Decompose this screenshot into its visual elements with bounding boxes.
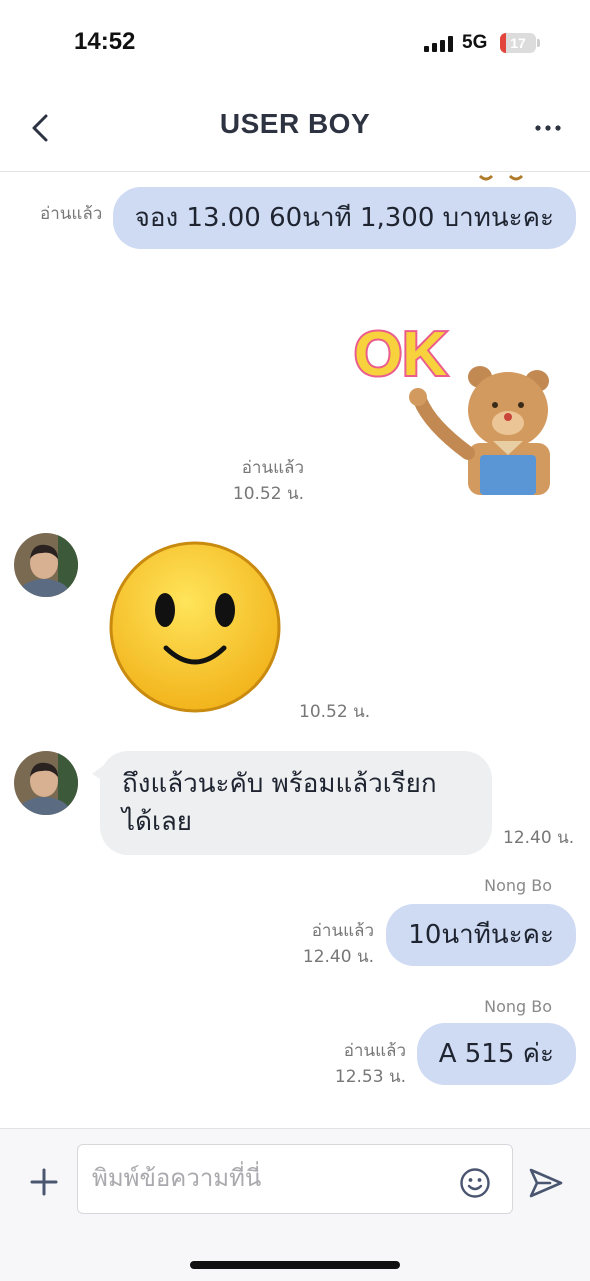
battery-icon: 17 <box>500 33 536 53</box>
more-horizontal-icon <box>535 125 561 131</box>
plus-icon <box>30 1168 58 1196</box>
ok-bear-sticker[interactable]: OK <box>340 305 560 500</box>
signal-bars-icon <box>424 36 454 52</box>
add-attachment-button[interactable] <box>28 1166 60 1198</box>
battery-nub <box>537 39 540 47</box>
avatar[interactable] <box>14 533 78 597</box>
read-receipt: อ่านแล้ว <box>40 204 103 224</box>
smiley-icon <box>460 1168 490 1198</box>
message-text-line: ได้เลย <box>122 807 193 837</box>
read-receipt: อ่านแล้ว <box>311 921 374 941</box>
send-button[interactable] <box>528 1167 564 1199</box>
message-bubble-incoming[interactable]: ถึงแล้วนะคับ พร้อมแล้วเรียก ได้เลย <box>100 751 492 855</box>
message-time: 10.52 น. <box>299 702 371 722</box>
status-time: 14:52 <box>74 28 136 55</box>
message-time: 12.40 น. <box>302 947 374 967</box>
partial-sticker <box>478 174 524 181</box>
home-indicator <box>190 1261 400 1269</box>
message-time: 12.53 น. <box>334 1067 406 1087</box>
more-options-button[interactable] <box>530 120 566 134</box>
back-button[interactable] <box>26 108 56 148</box>
chat-title: USER BOY <box>219 108 371 139</box>
network-label: 5G <box>462 32 488 53</box>
smiley-face-sticker[interactable] <box>108 540 282 714</box>
message-text-line: ถึงแล้วนะคับ พร้อมแล้วเรียก <box>122 769 437 799</box>
message-time: 12.40 น. <box>503 828 575 848</box>
sender-name: Nong Bo <box>484 876 552 895</box>
chevron-left-icon <box>32 114 48 142</box>
read-receipt: อ่านแล้ว <box>241 458 304 478</box>
read-receipt: อ่านแล้ว <box>343 1041 406 1061</box>
message-time: 10.52 น. <box>232 484 304 504</box>
message-input[interactable] <box>78 1145 452 1211</box>
message-bubble-outgoing[interactable]: A 515 ค่ะ <box>416 1023 576 1085</box>
sticker-ok-text: OK <box>354 320 447 389</box>
message-bubble-outgoing[interactable]: 10นาทีนะคะ <box>386 904 576 966</box>
battery-percent: 17 <box>510 35 526 51</box>
emoji-button[interactable] <box>459 1167 491 1199</box>
sender-name: Nong Bo <box>484 997 552 1016</box>
avatar[interactable] <box>14 751 78 815</box>
send-icon <box>529 1168 563 1198</box>
message-input-box[interactable] <box>77 1144 513 1214</box>
message-bubble-outgoing[interactable]: จอง 13.00 60นาที 1,300 บาทนะคะ <box>112 187 576 249</box>
